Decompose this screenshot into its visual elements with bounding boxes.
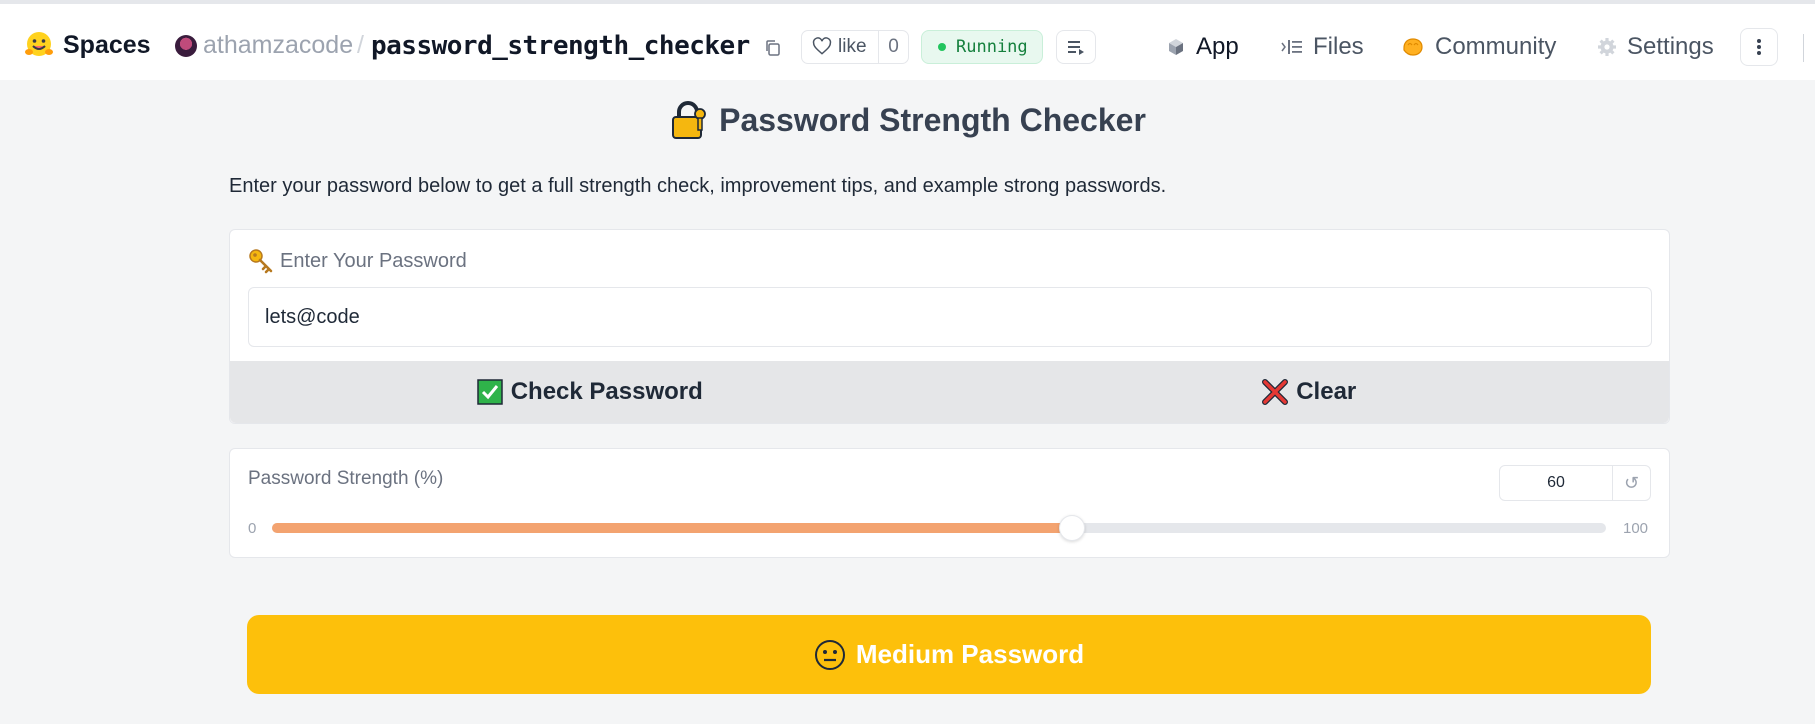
top-header: Spaces athamzacode / password_strength_c… xyxy=(0,4,1815,83)
cube-icon xyxy=(1169,39,1183,55)
status-badge[interactable]: Running xyxy=(921,30,1043,64)
result-text: Medium Password xyxy=(855,639,1085,669)
like-label: like xyxy=(838,36,867,57)
neutral-face-icon xyxy=(814,639,845,670)
reset-icon: ↺ xyxy=(1623,472,1640,493)
page-title: Password Strength Checker xyxy=(719,101,1146,138)
title-row: Password Strength Checker xyxy=(0,100,1815,140)
community-icon xyxy=(1403,38,1423,56)
tab-app[interactable]: App xyxy=(1166,30,1239,64)
lock-with-key-icon xyxy=(672,101,706,139)
copy-icon[interactable] xyxy=(764,39,782,57)
files-icon xyxy=(1281,40,1302,54)
clear-label: Clear xyxy=(1296,378,1357,405)
tab-files[interactable]: Files xyxy=(1281,30,1364,64)
strength-slider-fill xyxy=(272,523,1073,533)
password-label: Enter Your Password xyxy=(280,249,467,272)
result-banner[interactable]: Medium Password xyxy=(247,615,1651,694)
heart-icon xyxy=(812,37,832,55)
cross-mark-icon xyxy=(1262,379,1289,405)
spaces-link[interactable]: Spaces xyxy=(63,31,151,60)
status-dot-icon xyxy=(938,43,946,51)
like-button[interactable]: like xyxy=(802,31,879,63)
logs-button[interactable] xyxy=(1056,30,1096,64)
kebab-menu-icon xyxy=(1757,39,1761,55)
check-password-label: Check Password xyxy=(510,378,703,405)
page-description: Enter your password below to get a full … xyxy=(229,175,1167,197)
strength-number-input[interactable] xyxy=(1500,466,1612,500)
reset-button[interactable]: ↺ xyxy=(1612,466,1650,500)
strength-slider-track[interactable] xyxy=(272,515,1606,541)
owner-avatar[interactable] xyxy=(175,35,197,57)
header-divider xyxy=(1803,34,1804,62)
strength-slider-card: Password Strength (%) ↺ 0 100 xyxy=(229,448,1670,558)
key-icon xyxy=(249,249,273,274)
tab-community[interactable]: Community xyxy=(1401,30,1556,64)
password-label-row: Enter Your Password xyxy=(248,248,467,274)
strength-slider-handle[interactable] xyxy=(1059,515,1086,541)
slider-max-label: 100 xyxy=(1623,520,1649,537)
more-options-button[interactable] xyxy=(1740,28,1778,66)
like-group: like 0 xyxy=(801,30,909,64)
password-input[interactable] xyxy=(248,287,1652,347)
tab-app-label: App xyxy=(1196,33,1239,60)
status-text: Running xyxy=(956,37,1028,57)
password-input-card: Enter Your Password Check Password Clear xyxy=(229,229,1670,424)
breadcrumb-separator: / xyxy=(357,31,364,59)
owner-link[interactable]: athamzacode xyxy=(203,31,353,60)
tab-community-label: Community xyxy=(1435,33,1557,60)
strength-number-box: ↺ xyxy=(1499,465,1651,501)
tab-settings-label: Settings xyxy=(1627,33,1714,60)
repo-name[interactable]: password_strength_checker xyxy=(371,31,750,61)
clear-button[interactable]: Clear xyxy=(950,361,1670,423)
action-button-row: Check Password Clear xyxy=(230,361,1669,423)
strength-label: Password Strength (%) xyxy=(248,468,444,489)
hugging-face-logo-icon[interactable] xyxy=(24,30,54,60)
gear-icon xyxy=(1598,38,1616,56)
tab-settings[interactable]: Settings xyxy=(1597,30,1714,64)
tab-files-label: Files xyxy=(1313,33,1364,60)
like-count[interactable]: 0 xyxy=(879,36,908,58)
check-password-button[interactable]: Check Password xyxy=(230,361,950,423)
check-mark-icon xyxy=(476,379,503,405)
slider-min-label: 0 xyxy=(248,520,257,537)
list-icon xyxy=(1068,41,1084,55)
